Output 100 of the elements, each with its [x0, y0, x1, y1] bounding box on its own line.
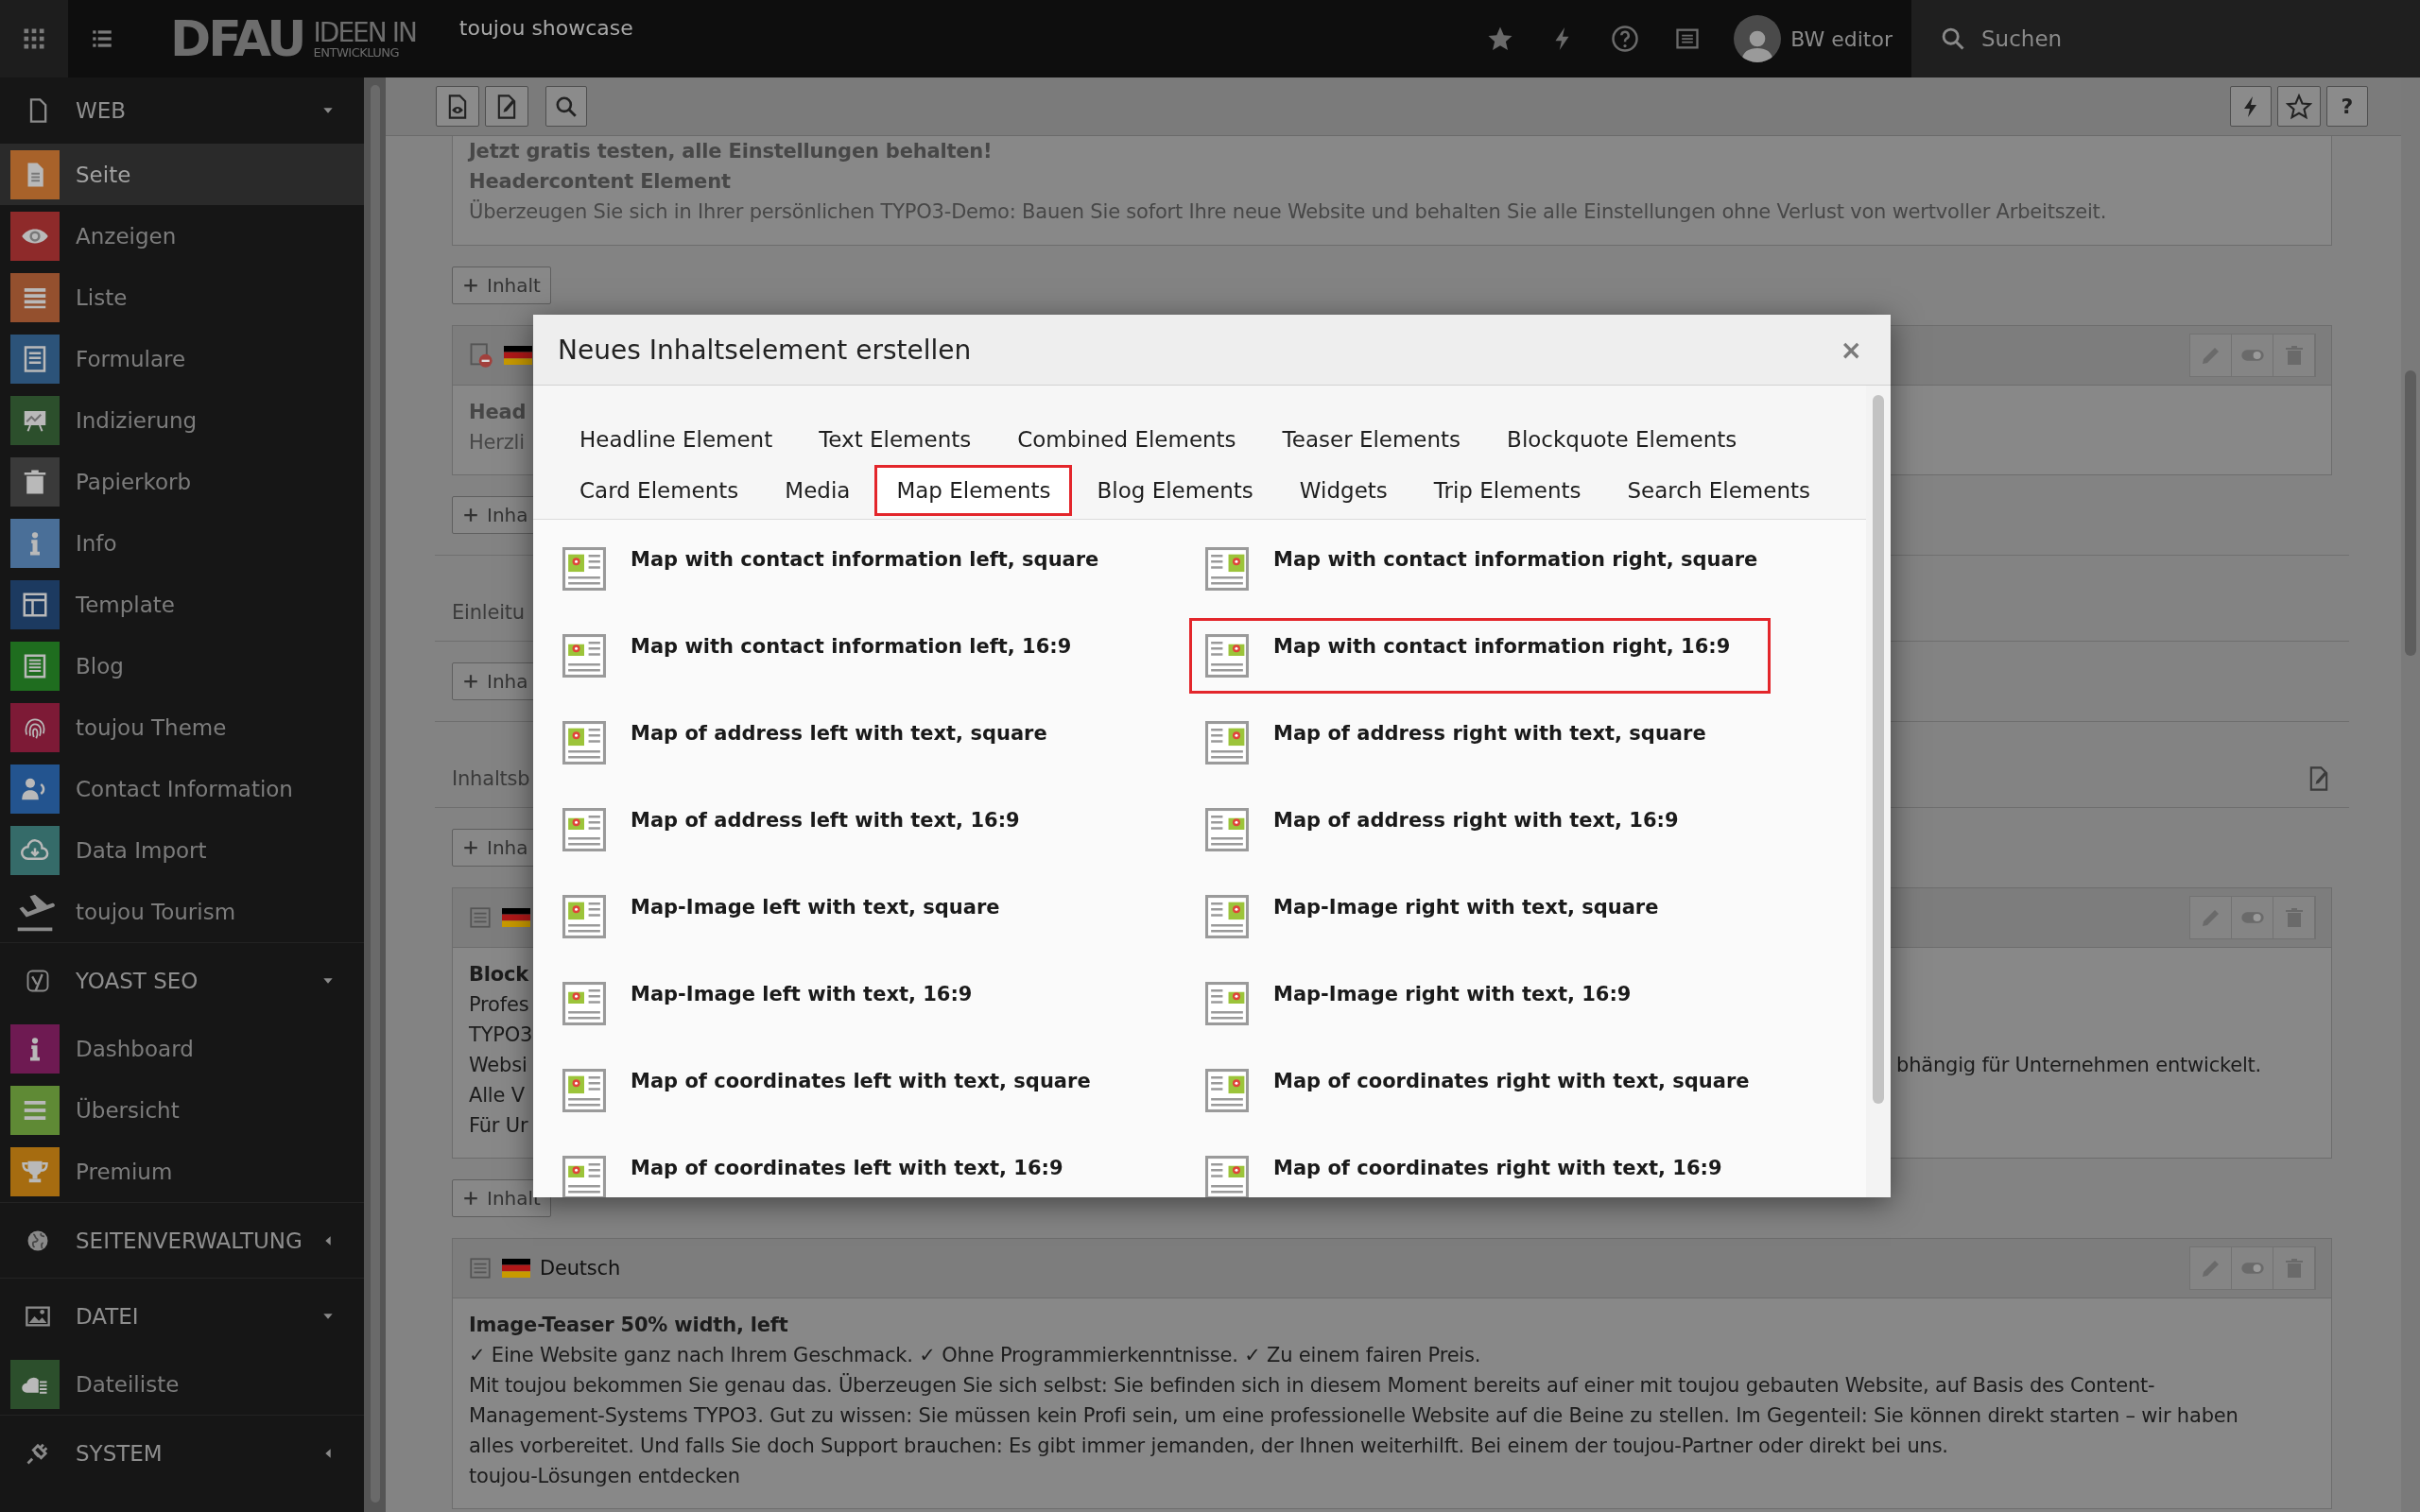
group-label: SEITENVERWALTUNG	[76, 1228, 303, 1253]
card-text: Image-Teaser 50% width, left	[469, 1313, 788, 1338]
flush-cache-button[interactable]	[2230, 86, 2272, 127]
card-text: toujou-Lösungen entdecken	[469, 1464, 740, 1489]
module-item[interactable]: Liste	[0, 266, 364, 328]
tab[interactable]: Search Elements	[1605, 465, 1832, 516]
tab[interactable]: Combined Elements	[995, 414, 1258, 465]
content-element-option[interactable]: Map with contact information left, square	[546, 531, 1140, 607]
logo-tagline: ENTWICKLUNG	[313, 45, 401, 59]
module-item[interactable]: Papierkorb	[0, 451, 364, 512]
map-document-icon	[1205, 634, 1249, 678]
module-item[interactable]: Formulare	[0, 328, 364, 389]
scrollbar[interactable]	[364, 77, 386, 1512]
content-element-option[interactable]: Map of coordinates left with text, square	[546, 1053, 1132, 1128]
map-document-icon	[1205, 982, 1249, 1025]
card-text: Mit toujou bekommen Sie genau das. Überzeugen Sie sich selbst: Sie befinden sich in diesem Moment bereits auf einer mit toujou gebauten Website, auf Basis des Content-Management-Systems TYPO3. Gut zu wissen: Sie müssen kein Profi sein, um eine professionelle Website auf die Beine zu stellen. Im Gegenteil: Sie können direkt starten – wir haben alles vorbereitet. Und falls Sie doch Support brauchen: Es gibt immer jemanden, der Ihnen weiterhilft. Bei einem der toujou-Partner oder direkt bei uns.	[469, 1372, 2239, 1459]
module-item[interactable]: Premium	[0, 1141, 364, 1202]
module-item[interactable]: toujou Theme	[0, 696, 364, 758]
site-name: toujou showcase	[458, 16, 633, 40]
view-button[interactable]	[436, 86, 479, 127]
map-document-icon	[562, 721, 606, 765]
card-text: bhängig für Unternehmen entwickelt.	[1896, 1053, 2263, 1078]
tab[interactable]: Card Elements	[558, 465, 761, 516]
avatar-icon	[1734, 15, 1782, 62]
content-element-option[interactable]: Map-Image right with text, square	[1189, 879, 1700, 954]
bookmark-button[interactable]	[2277, 86, 2321, 127]
content-element-option[interactable]: Map with contact information right, square	[1189, 531, 1799, 607]
content-element-option[interactable]: Map of coordinates right with text, square	[1189, 1053, 1790, 1128]
group-label: SYSTEM	[76, 1440, 164, 1466]
tab[interactable]: Trip Elements	[1411, 465, 1603, 516]
plus-icon	[462, 1190, 479, 1207]
module-item[interactable]: Blog	[0, 635, 364, 696]
scrollbar[interactable]	[1866, 386, 1891, 1197]
map-document-icon	[562, 982, 606, 1025]
group-label: WEB	[76, 98, 128, 123]
content-element-option[interactable]: Map-Image left with text, square	[546, 879, 1041, 954]
map-document-icon	[1205, 895, 1249, 938]
card-text: Überzeugen Sie sich in Ihrer persönlichen TYPO3-Demo: Bauen Sie sofort Ihre neue Website und behalten Sie alle Einstellungen ohne Verlust von wertvoller Arbeitszeit.	[469, 198, 2107, 225]
tab[interactable]: Text Elements	[797, 414, 994, 465]
map-document-icon	[1205, 808, 1249, 851]
modal-title: Neues Inhaltselement erstellen	[558, 334, 972, 366]
module-group-header[interactable]: DATEI	[0, 1278, 364, 1353]
column-label: Einleitu	[452, 600, 525, 626]
app-menu-button[interactable]	[0, 0, 68, 77]
content-element-option[interactable]: Map of address left with text, 16:9	[546, 792, 1061, 868]
module-item[interactable]: Data Import	[0, 819, 364, 881]
module-item[interactable]: Indizierung	[0, 389, 364, 451]
tab[interactable]: Teaser Elements	[1260, 414, 1483, 465]
delete-button[interactable]	[2273, 897, 2315, 938]
card-text: Block	[469, 962, 529, 988]
tab[interactable]: Media	[763, 465, 873, 516]
tab[interactable]: Blog Elements	[1075, 465, 1275, 516]
module-group-header[interactable]: WEB	[0, 77, 364, 144]
tab[interactable]: Headline Element	[558, 414, 795, 465]
help-button[interactable]: ?	[2326, 86, 2368, 127]
module-item[interactable]: toujou Tourism	[0, 881, 364, 942]
content-element-option[interactable]: Map of address left with text, square	[546, 705, 1088, 781]
module-item[interactable]: Anzeigen	[0, 205, 364, 266]
tab[interactable]: Map Elements	[874, 465, 1073, 516]
tab[interactable]: Blockquote Elements	[1485, 414, 1759, 465]
close-button[interactable]: ×	[1836, 334, 1866, 366]
module-item[interactable]: Template	[0, 574, 364, 635]
edit-button[interactable]	[2190, 1247, 2232, 1289]
card-text: Jetzt gratis testen, alle Einstellungen behalten!	[469, 139, 993, 164]
content-element-option[interactable]: Map-Image right with text, 16:9	[1189, 966, 1672, 1041]
edit-button[interactable]	[2190, 897, 2232, 938]
module-group-header[interactable]: SEITENVERWALTUNG	[0, 1202, 364, 1278]
edit-button[interactable]	[2190, 335, 2232, 376]
add-content-button[interactable]: Inhalt	[452, 266, 551, 304]
card-text: ✓ Eine Website ganz nach Ihrem Geschmack. ✓ Ohne Programmierkenntnisse. ✓ Zu einem fairen Preis.	[469, 1343, 1481, 1368]
logo-text: DFAU	[170, 14, 304, 63]
language-label: Deutsch	[540, 1256, 621, 1281]
content-element-option[interactable]: Map of address right with text, 16:9	[1189, 792, 1720, 868]
card-text: Herzli	[469, 430, 525, 455]
scrollbar[interactable]	[2401, 77, 2420, 1512]
module-item[interactable]: Contact Information	[0, 758, 364, 819]
card-text: Profes	[469, 992, 529, 1018]
user-menu-button[interactable]: BW editor	[1719, 0, 1911, 77]
content-element-option[interactable]: Map with contact information left, 16:9	[546, 618, 1113, 694]
edit-page-button[interactable]	[485, 86, 528, 127]
module-item[interactable]: Seite	[0, 144, 364, 205]
search-box[interactable]: Suchen	[1911, 0, 2420, 77]
map-document-icon	[562, 808, 606, 851]
tab[interactable]: Widgets	[1277, 465, 1409, 516]
content-element-option[interactable]: Map-Image left with text, 16:9	[546, 966, 1013, 1041]
toggle-button[interactable]	[2232, 897, 2273, 938]
toggle-button[interactable]	[2232, 335, 2273, 376]
module-item[interactable]: Übersicht	[0, 1079, 364, 1141]
delete-button[interactable]	[2273, 1247, 2315, 1289]
search-field[interactable]: Suchen	[1979, 26, 2361, 52]
content-element-option[interactable]: Map with contact information right, 16:9	[1189, 618, 1772, 694]
content-element-option[interactable]: Map of address right with text, square	[1189, 705, 1747, 781]
content-element-option[interactable]: Map of coordinates right with text, 16:9	[1189, 1140, 1763, 1197]
plus-icon	[462, 673, 479, 690]
toggle-button[interactable]	[2232, 1247, 2273, 1289]
module-item[interactable]: Dateiliste	[0, 1353, 364, 1415]
module-item[interactable]: Dashboard	[0, 1018, 364, 1079]
module-item[interactable]: Info	[0, 512, 364, 574]
search-button[interactable]	[545, 86, 587, 127]
delete-button[interactable]	[2273, 335, 2315, 376]
